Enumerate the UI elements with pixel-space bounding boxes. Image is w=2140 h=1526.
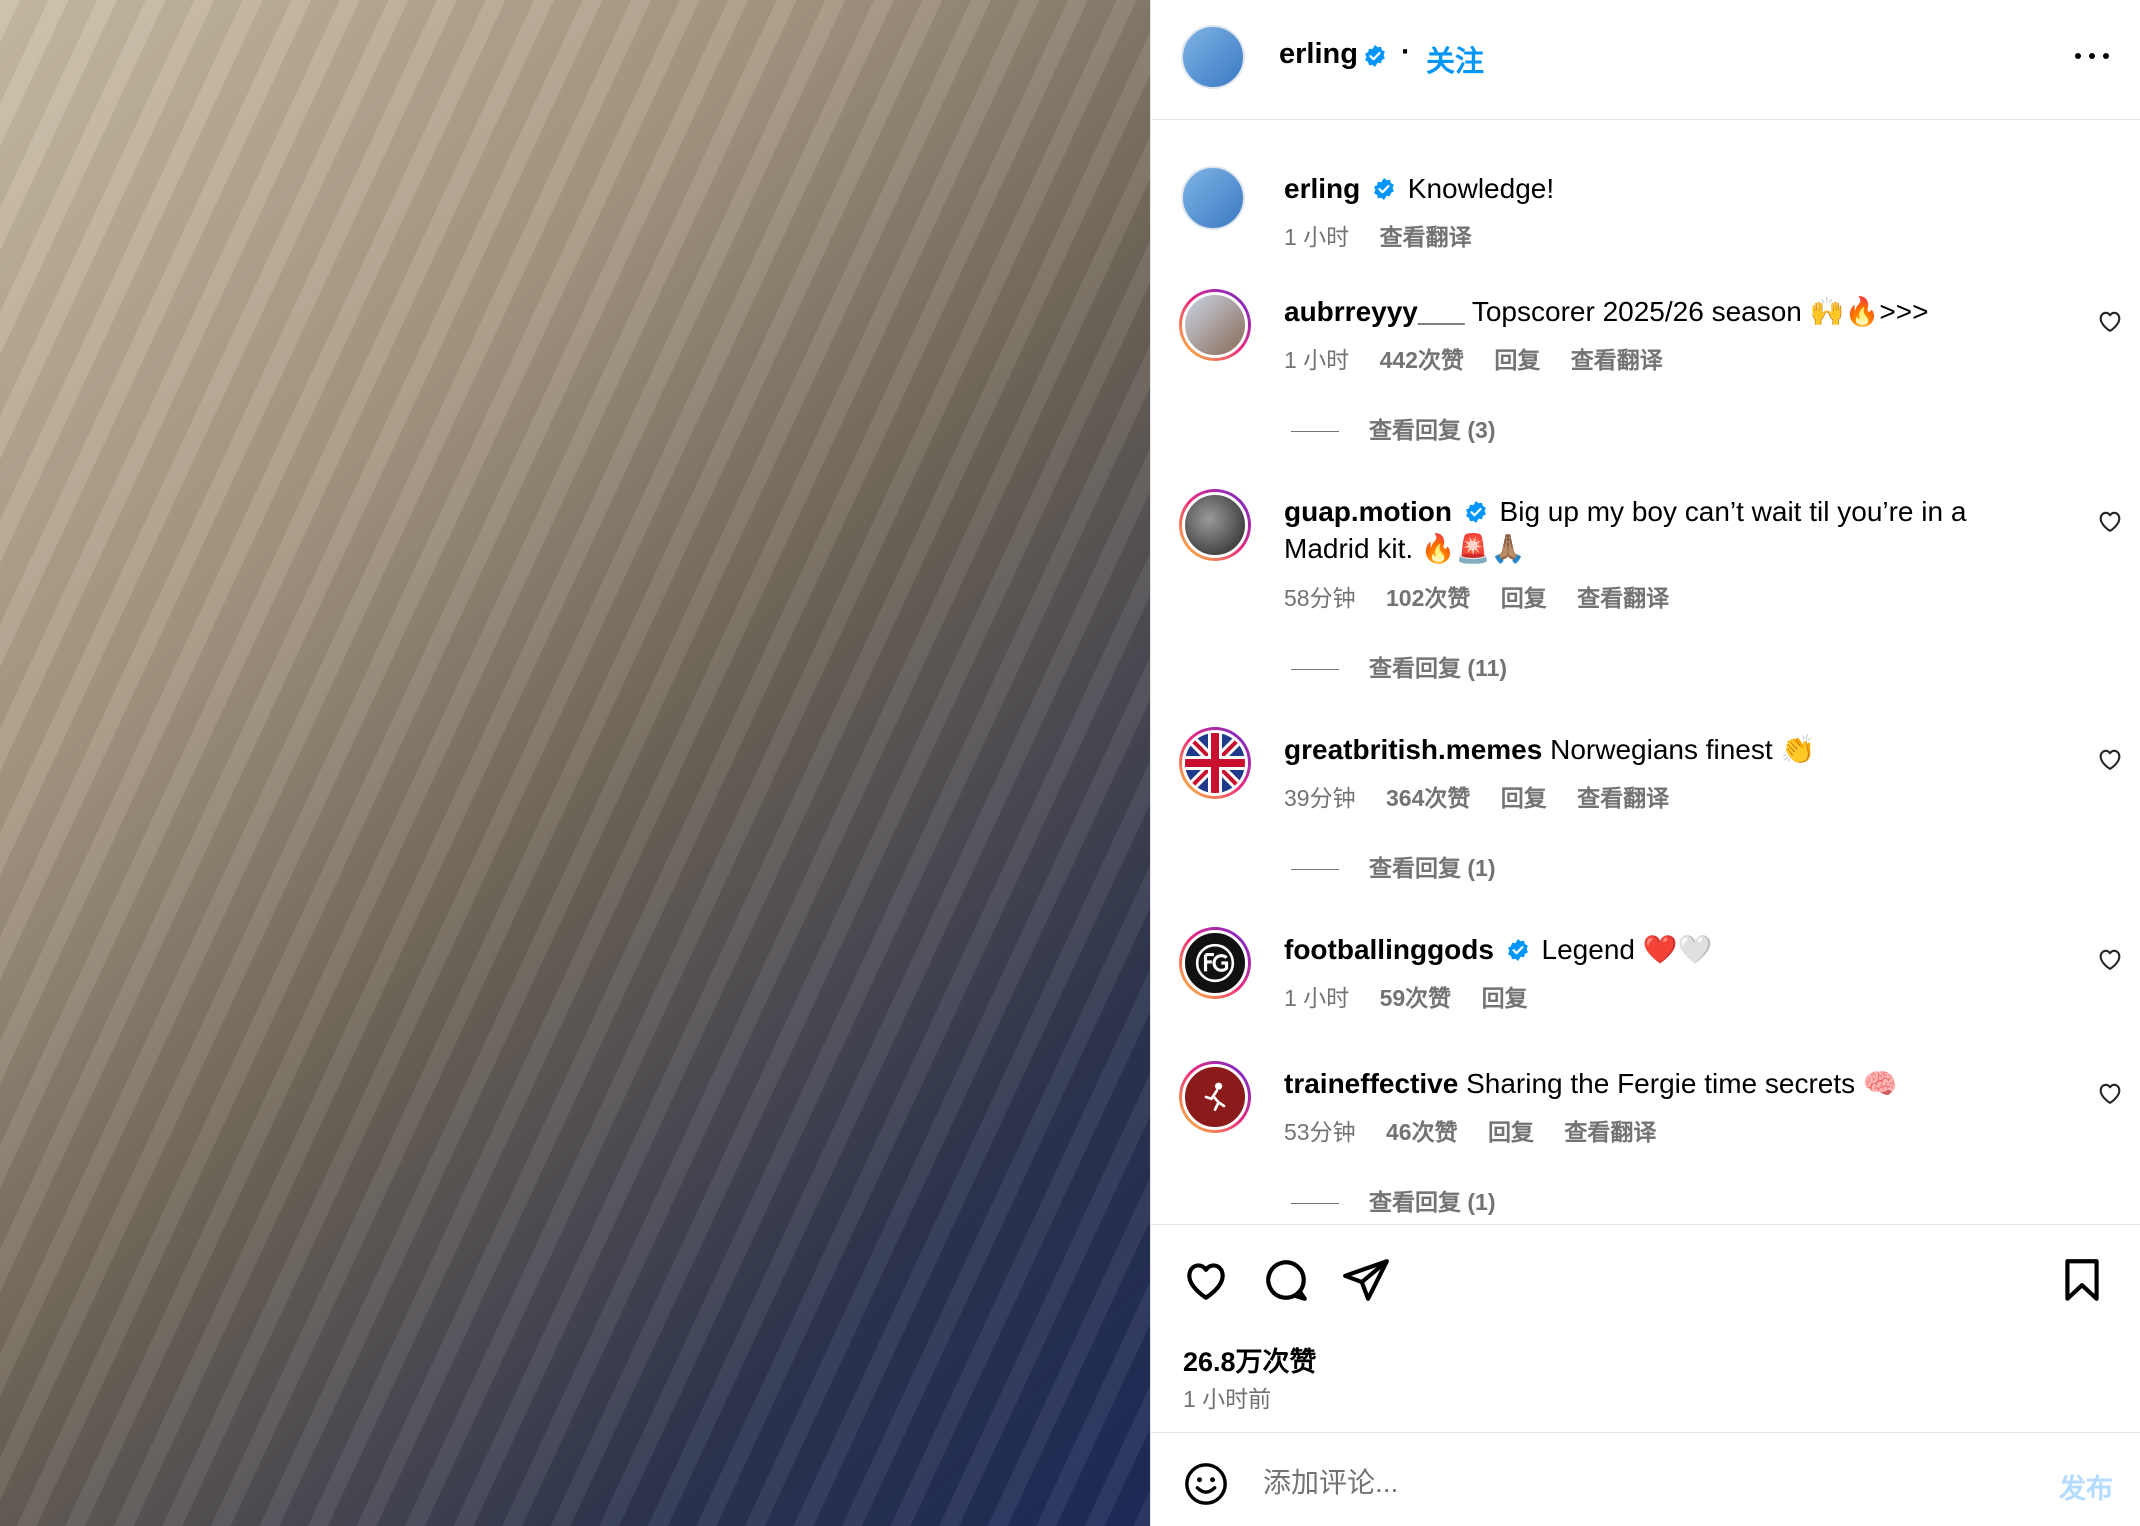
author-avatar[interactable] xyxy=(1181,25,1245,89)
emoji-icon[interactable] xyxy=(1183,1461,1229,1507)
comment-username[interactable]: footballinggods xyxy=(1284,934,1494,965)
union-jack-logo xyxy=(1185,733,1245,793)
reply-button[interactable]: 回复 xyxy=(1488,1119,1534,1145)
comment-likes[interactable]: 364次赞 xyxy=(1386,785,1470,811)
comment-meta: 39分钟 364次赞 回复 查看翻译 xyxy=(1284,779,1693,813)
verified-badge-icon xyxy=(1507,939,1528,961)
comment-username[interactable]: greatbritish.memes xyxy=(1284,734,1542,765)
comment-avatar[interactable] xyxy=(1179,727,1251,799)
view-replies-button[interactable]: 查看回复 (1) xyxy=(1291,849,1496,883)
view-replies-button[interactable]: 查看回复 (1) xyxy=(1291,1183,1496,1217)
comment-likes[interactable]: 46次赞 xyxy=(1386,1119,1458,1145)
comment-avatar[interactable] xyxy=(1179,289,1251,361)
post-actions: 26.8万次赞 1 小时前 xyxy=(1151,1224,2140,1432)
view-replies-label: 查看回复 (11) xyxy=(1369,655,1508,681)
view-replies-label: 查看回复 (1) xyxy=(1369,1189,1496,1215)
more-options-icon[interactable] xyxy=(2071,40,2121,70)
comment-username[interactable]: guap.motion xyxy=(1284,496,1452,527)
comment-body: Topscorer 2025/26 season 🙌🔥>>> xyxy=(1471,296,1929,327)
comment-avatar[interactable] xyxy=(1179,927,1251,999)
caption-meta: 1 小时 查看翻译 xyxy=(1284,218,1496,252)
instagram-post-view: erling · 关注 erling Knowledge! 1 小时 查看翻译 … xyxy=(0,0,2140,1526)
see-translation-link[interactable]: 查看翻译 xyxy=(1577,785,1669,811)
comment-time: 58分钟 xyxy=(1284,585,1356,611)
caption-body: Knowledge! xyxy=(1407,173,1555,204)
separator-dot: · xyxy=(1401,36,1411,68)
comment-meta: 58分钟 102次赞 回复 查看翻译 xyxy=(1284,579,1693,613)
fg-logo-icon xyxy=(1195,943,1235,983)
share-icon[interactable] xyxy=(1341,1255,1391,1305)
comment-avatar[interactable] xyxy=(1179,489,1251,561)
replies-divider xyxy=(1291,669,1339,671)
post-time: 1 小时前 xyxy=(1183,1386,1272,1412)
comments-list[interactable]: erling Knowledge! 1 小时 查看翻译 aubrreyyy___ xyxy=(1151,121,2140,1225)
comment-likes[interactable]: 102次赞 xyxy=(1386,585,1470,611)
comment-username[interactable]: traineffective xyxy=(1284,1068,1458,1099)
replies-divider xyxy=(1291,431,1339,433)
post-comment-button[interactable]: 发布 xyxy=(2059,1467,2113,1506)
follow-button[interactable]: 关注 xyxy=(1426,38,1484,80)
comment-likes[interactable]: 442次赞 xyxy=(1380,347,1464,373)
caption-text: erling Knowledge! xyxy=(1284,170,2004,207)
comment-time: 53分钟 xyxy=(1284,1119,1356,1145)
comment-body: Sharing the Fergie time secrets 🧠 xyxy=(1466,1068,1898,1099)
see-translation-link[interactable]: 查看翻译 xyxy=(1380,224,1472,250)
heart-icon[interactable] xyxy=(2096,745,2124,773)
comment-text: guap.motion Big up my boy can’t wait til… xyxy=(1284,493,2004,567)
view-replies-button[interactable]: 查看回复 (3) xyxy=(1291,411,1496,445)
reply-button[interactable]: 回复 xyxy=(1501,785,1547,811)
heart-icon[interactable] xyxy=(2096,307,2124,335)
likes-count[interactable]: 26.8万次赞 xyxy=(1183,1340,1317,1379)
reply-button[interactable]: 回复 xyxy=(1482,985,1528,1011)
post-side-panel: erling · 关注 erling Knowledge! 1 小时 查看翻译 … xyxy=(1150,0,2140,1526)
comment-icon[interactable] xyxy=(1261,1255,1311,1305)
reply-button[interactable]: 回复 xyxy=(1494,347,1540,373)
comment-likes[interactable]: 59次赞 xyxy=(1380,985,1452,1011)
heart-icon[interactable] xyxy=(2096,1079,2124,1107)
comment-text: traineffective Sharing the Fergie time s… xyxy=(1284,1065,2004,1102)
athlete-logo-icon xyxy=(1204,1082,1226,1111)
heart-icon[interactable] xyxy=(2096,945,2124,973)
comment-text: aubrreyyy___ Topscorer 2025/26 season 🙌🔥… xyxy=(1284,293,2004,330)
caption-author[interactable]: erling xyxy=(1284,173,1360,204)
verified-badge-icon xyxy=(1365,45,1385,67)
comment-meta: 1 小时 59次赞 回复 xyxy=(1284,979,1552,1013)
view-replies-label: 查看回复 (3) xyxy=(1369,417,1496,443)
verified-badge-icon xyxy=(1374,178,1394,200)
add-comment-bar: 发布 xyxy=(1151,1432,2140,1526)
comment-time: 1 小时 xyxy=(1284,347,1350,373)
view-replies-button[interactable]: 查看回复 (11) xyxy=(1291,649,1507,683)
author-username[interactable]: erling xyxy=(1279,38,1358,71)
view-replies-label: 查看回复 (1) xyxy=(1369,855,1496,881)
heart-icon[interactable] xyxy=(2096,507,2124,535)
replies-divider xyxy=(1291,1203,1339,1205)
caption-time: 1 小时 xyxy=(1284,224,1350,250)
comment-body: Legend ❤️🤍 xyxy=(1541,934,1713,965)
post-header: erling · 关注 xyxy=(1151,0,2140,120)
caption-author-avatar[interactable] xyxy=(1181,166,1245,230)
reply-button[interactable]: 回复 xyxy=(1501,585,1547,611)
verified-badge-icon xyxy=(1465,501,1486,523)
see-translation-link[interactable]: 查看翻译 xyxy=(1577,585,1669,611)
comment-time: 1 小时 xyxy=(1284,985,1350,1011)
comment-meta: 53分钟 46次赞 回复 查看翻译 xyxy=(1284,1113,1680,1147)
comment-time: 39分钟 xyxy=(1284,785,1356,811)
see-translation-link[interactable]: 查看翻译 xyxy=(1564,1119,1656,1145)
comment-username[interactable]: aubrreyyy___ xyxy=(1284,296,1465,327)
comment-body: Norwegians finest 👏 xyxy=(1550,734,1816,765)
comment-avatar[interactable] xyxy=(1179,1061,1251,1133)
replies-divider xyxy=(1291,869,1339,871)
post-photo[interactable] xyxy=(0,0,1150,1526)
comment-text: greatbritish.memes Norwegians finest 👏 xyxy=(1284,731,2004,768)
comment-input[interactable] xyxy=(1263,1457,1963,1509)
bookmark-icon[interactable] xyxy=(2057,1255,2107,1305)
comment-meta: 1 小时 442次赞 回复 查看翻译 xyxy=(1284,341,1687,375)
see-translation-link[interactable]: 查看翻译 xyxy=(1571,347,1663,373)
comment-text: footballinggods Legend ❤️🤍 xyxy=(1284,931,2004,968)
photo-texture xyxy=(0,0,1150,1526)
heart-icon[interactable] xyxy=(1181,1255,1231,1305)
